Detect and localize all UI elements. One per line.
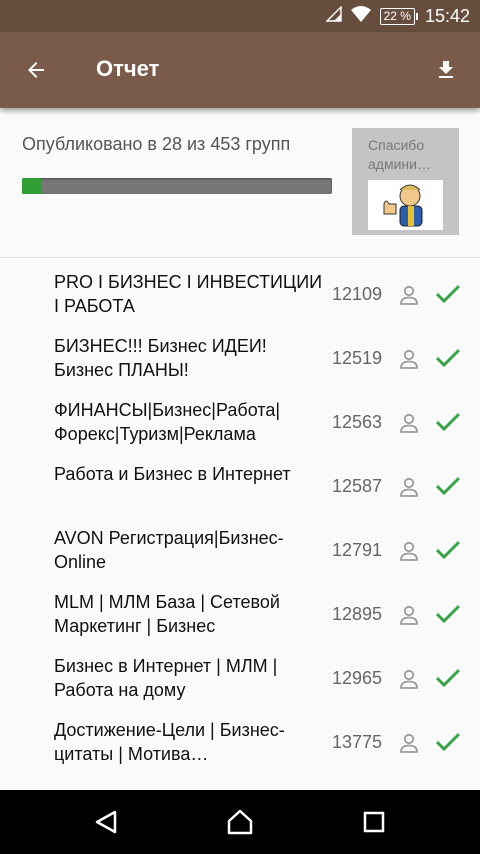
group-name: Работа и Бизнес в Интернет — [54, 464, 291, 484]
person-outline-icon — [400, 733, 418, 753]
arrow-back-icon — [28, 62, 44, 78]
square-recents-icon — [363, 811, 385, 833]
checkmark-icon — [435, 668, 461, 688]
person-outline-icon — [400, 413, 418, 433]
person-outline-icon — [400, 541, 418, 561]
member-count: 12563 — [332, 412, 383, 432]
download-icon — [439, 61, 453, 78]
group-row[interactable]: БИЗНЕС!!! Бизнес ИДЕИ! Бизнес ПЛАНЫ! 1251… — [0, 326, 480, 390]
group-name: Бизнес в Интернет | МЛМ | Работа на дому — [54, 656, 278, 700]
checkmark-icon — [435, 348, 461, 368]
group-name: ФИНАНСЫ|Бизнес|Работа|Форекс|Туризм|Рекл… — [54, 400, 281, 444]
page-title: Отчет — [96, 56, 160, 81]
download-button[interactable] — [428, 52, 464, 88]
person-outline-icon — [400, 349, 418, 369]
progress-fill — [22, 178, 42, 194]
group-row[interactable]: AVON Регистрация|Бизнес-Online 12791 — [0, 518, 480, 582]
group-name: Достижение-Цели | Бизнес-цитаты | Мотива… — [54, 720, 285, 764]
group-name: БИЗНЕС!!! Бизнес ИДЕИ! Бизнес ПЛАНЫ! — [54, 336, 267, 380]
member-count: 12965 — [332, 668, 383, 688]
publish-summary: Опубликовано в 28 из 453 групп Спасибо а… — [0, 108, 480, 258]
checkmark-icon — [435, 476, 461, 496]
group-row[interactable]: Достижение-Цели | Бизнес-цитаты | Мотива… — [0, 710, 480, 774]
nav-recents-button[interactable] — [356, 804, 392, 840]
wifi-icon — [350, 5, 372, 28]
group-row[interactable]: MLM | МЛМ База | Сетевой Маркетинг | Биз… — [0, 582, 480, 646]
checkmark-icon — [435, 732, 461, 752]
person-outline-icon — [400, 669, 418, 689]
checkmark-icon — [435, 412, 461, 432]
nav-home-button[interactable] — [222, 804, 258, 840]
group-name: AVON Регистрация|Бизнес-Online — [54, 528, 284, 572]
member-count: 12109 — [332, 284, 383, 304]
group-row[interactable]: ФИНАНСЫ|Бизнес|Работа|Форекс|Туризм|Рекл… — [0, 390, 480, 454]
member-count: 12895 — [332, 604, 383, 624]
ad-text: Спасибо админи… — [368, 137, 431, 172]
ad-banner[interactable]: Спасибо админи… — [352, 128, 459, 235]
checkmark-icon — [435, 540, 461, 560]
app-bar: Отчет — [0, 32, 480, 108]
status-icons: 22 % 15:42 — [324, 0, 470, 32]
checkmark-icon — [435, 284, 461, 304]
checkmark-icon — [435, 604, 461, 624]
back-button[interactable] — [18, 52, 54, 88]
member-count: 12791 — [332, 540, 383, 560]
signal-icon — [324, 4, 342, 27]
status-bar: 22 % 15:42 — [0, 0, 480, 32]
group-row[interactable]: Работа и Бизнес в Интернет 12587 — [0, 454, 480, 518]
member-count: 12587 — [332, 476, 383, 496]
home-icon — [227, 809, 253, 835]
group-row[interactable]: Бизнес в Интернет | МЛМ | Работа на дому… — [0, 646, 480, 710]
member-count: 13775 — [332, 732, 383, 752]
published-status-text: Опубликовано в 28 из 453 групп — [22, 134, 291, 154]
system-nav-bar — [0, 790, 480, 854]
section-divider — [0, 257, 480, 258]
person-outline-icon — [400, 605, 418, 625]
person-outline-icon — [400, 477, 418, 497]
publish-progress-bar — [22, 178, 332, 194]
group-name: MLM | МЛМ База | Сетевой Маркетинг | Биз… — [54, 592, 280, 636]
triangle-back-icon — [95, 810, 117, 834]
thumbs-up-mascot-icon — [368, 180, 443, 230]
nav-back-button[interactable] — [88, 804, 124, 840]
member-count: 12519 — [332, 348, 383, 368]
group-row[interactable]: PRO I БИЗНЕС I ИНВЕСТИЦИИ I РАБОТА 12109 — [0, 262, 480, 326]
group-name: PRO I БИЗНЕС I ИНВЕСТИЦИИ I РАБОТА — [54, 272, 323, 316]
group-list: PRO I БИЗНЕС I ИНВЕСТИЦИИ I РАБОТА 12109 Б… — [0, 262, 480, 774]
battery-indicator: 22 % — [379, 7, 419, 25]
clock: 15:42 — [424, 5, 470, 26]
person-outline-icon — [400, 285, 418, 305]
